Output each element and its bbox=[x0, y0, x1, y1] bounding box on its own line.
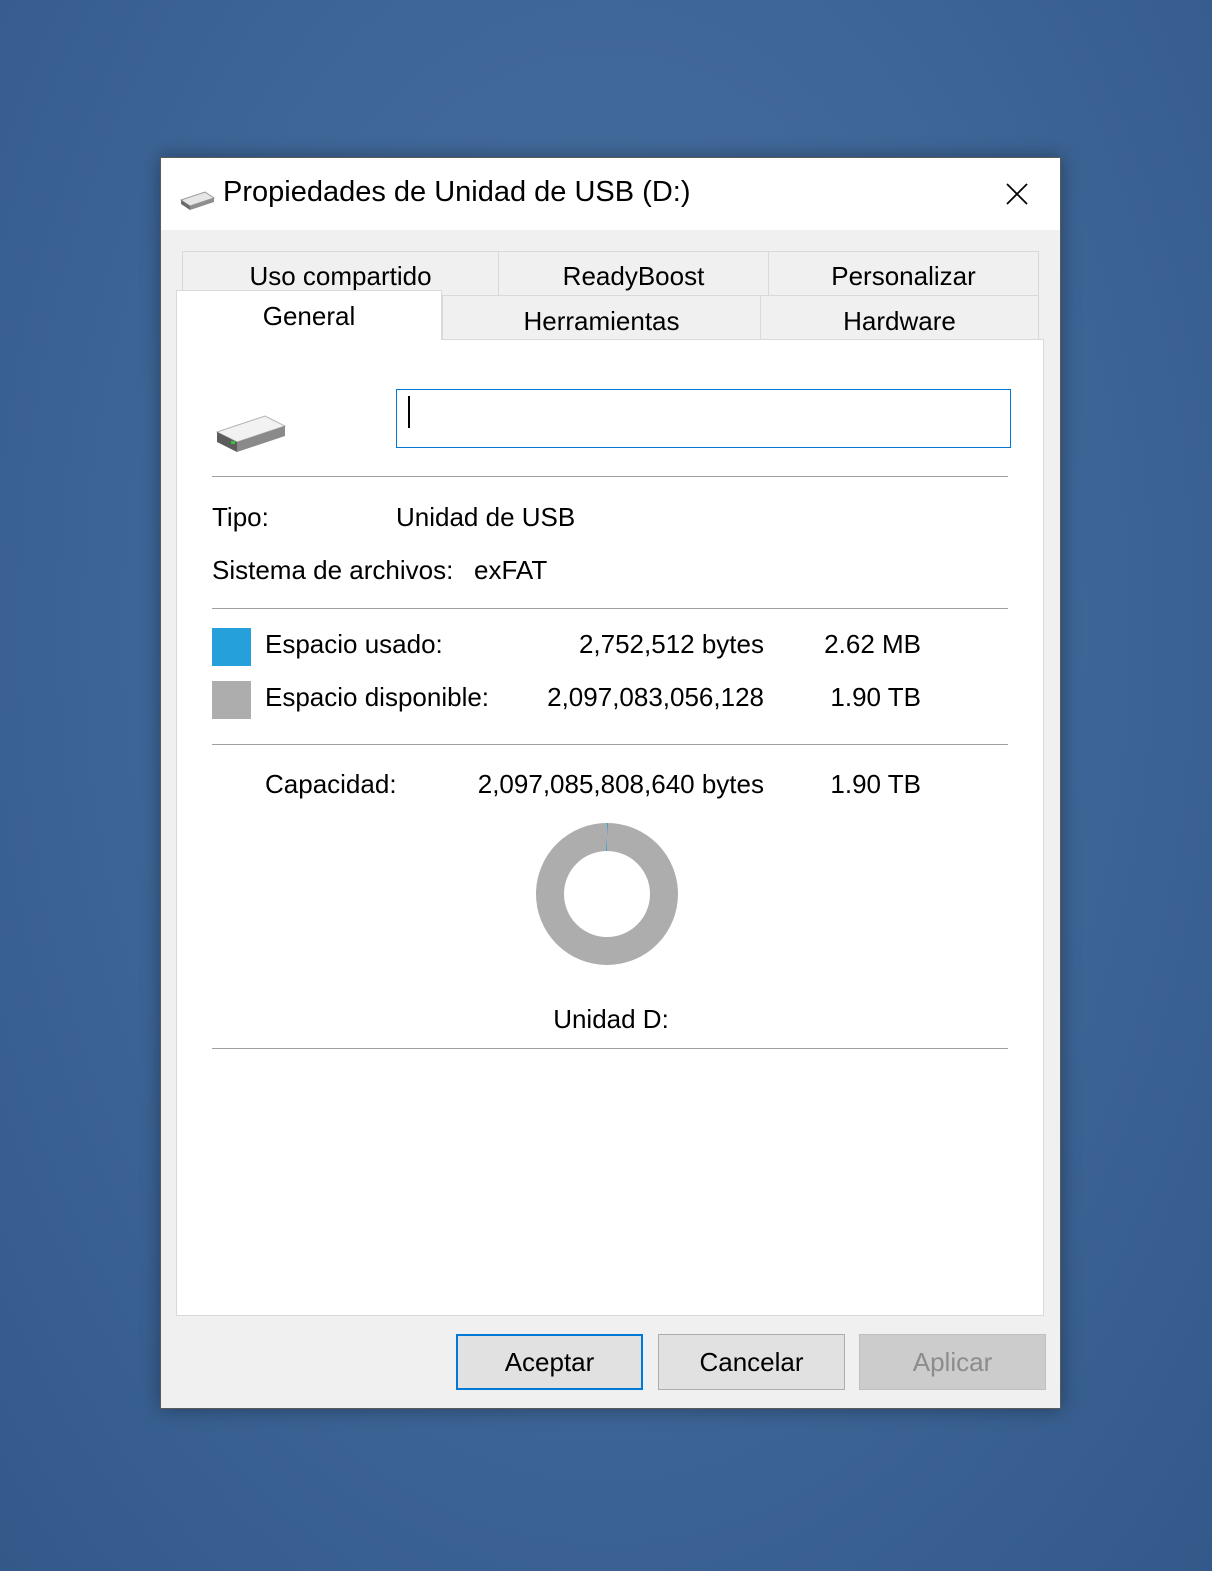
type-label: Tipo: bbox=[212, 502, 269, 532]
separator bbox=[212, 1048, 1008, 1049]
tab-general[interactable]: General bbox=[176, 290, 442, 340]
text-caret bbox=[408, 396, 410, 428]
tab-personalizar[interactable]: Personalizar bbox=[768, 251, 1039, 297]
free-space-size: 1.90 TB bbox=[830, 682, 921, 712]
free-space-label: Espacio disponible: bbox=[265, 682, 490, 712]
tab-readyboost[interactable]: ReadyBoost bbox=[498, 251, 769, 297]
free-space-bytes: 2,097,083,056,128 bbox=[547, 682, 764, 712]
volume-name-input[interactable] bbox=[396, 389, 1011, 448]
title-bar[interactable]: Propiedades de Unidad de USB (D:) bbox=[161, 158, 1060, 230]
disk-usage-donut bbox=[536, 823, 678, 965]
separator bbox=[212, 476, 1008, 477]
tab-herramientas[interactable]: Herramientas bbox=[442, 295, 761, 340]
type-value: Unidad de USB bbox=[396, 502, 576, 532]
used-space-size: 2.62 MB bbox=[824, 629, 921, 659]
separator bbox=[212, 744, 1008, 745]
capacity-label: Capacidad: bbox=[265, 769, 397, 799]
tab-hardware[interactable]: Hardware bbox=[760, 295, 1039, 340]
free-space-swatch bbox=[212, 681, 251, 719]
capacity-bytes: 2,097,085,808,640 bytes bbox=[477, 769, 764, 799]
used-space-swatch bbox=[212, 628, 251, 666]
close-icon bbox=[1006, 183, 1028, 205]
used-space-bytes: 2,752,512 bytes bbox=[578, 629, 764, 659]
capacity-size: 1.90 TB bbox=[830, 769, 921, 799]
properties-dialog: Propiedades de Unidad de USB (D:) Uso co… bbox=[160, 157, 1061, 1409]
ok-button[interactable]: Aceptar bbox=[456, 1334, 643, 1390]
usb-drive-icon bbox=[179, 191, 216, 210]
drive-letter-label: Unidad D: bbox=[553, 1004, 669, 1034]
used-space-label: Espacio usado: bbox=[265, 629, 443, 659]
drive-icon bbox=[215, 415, 287, 452]
close-button[interactable] bbox=[974, 158, 1060, 230]
general-panel: Tipo: Unidad de USB Sistema de archivos:… bbox=[176, 339, 1044, 1316]
filesystem-label: Sistema de archivos: bbox=[212, 555, 454, 585]
separator bbox=[212, 608, 1008, 609]
cancel-button[interactable]: Cancelar bbox=[658, 1334, 845, 1390]
filesystem-value: exFAT bbox=[474, 555, 548, 585]
apply-button[interactable]: Aplicar bbox=[859, 1334, 1046, 1390]
window-title: Propiedades de Unidad de USB (D:) bbox=[223, 176, 691, 208]
